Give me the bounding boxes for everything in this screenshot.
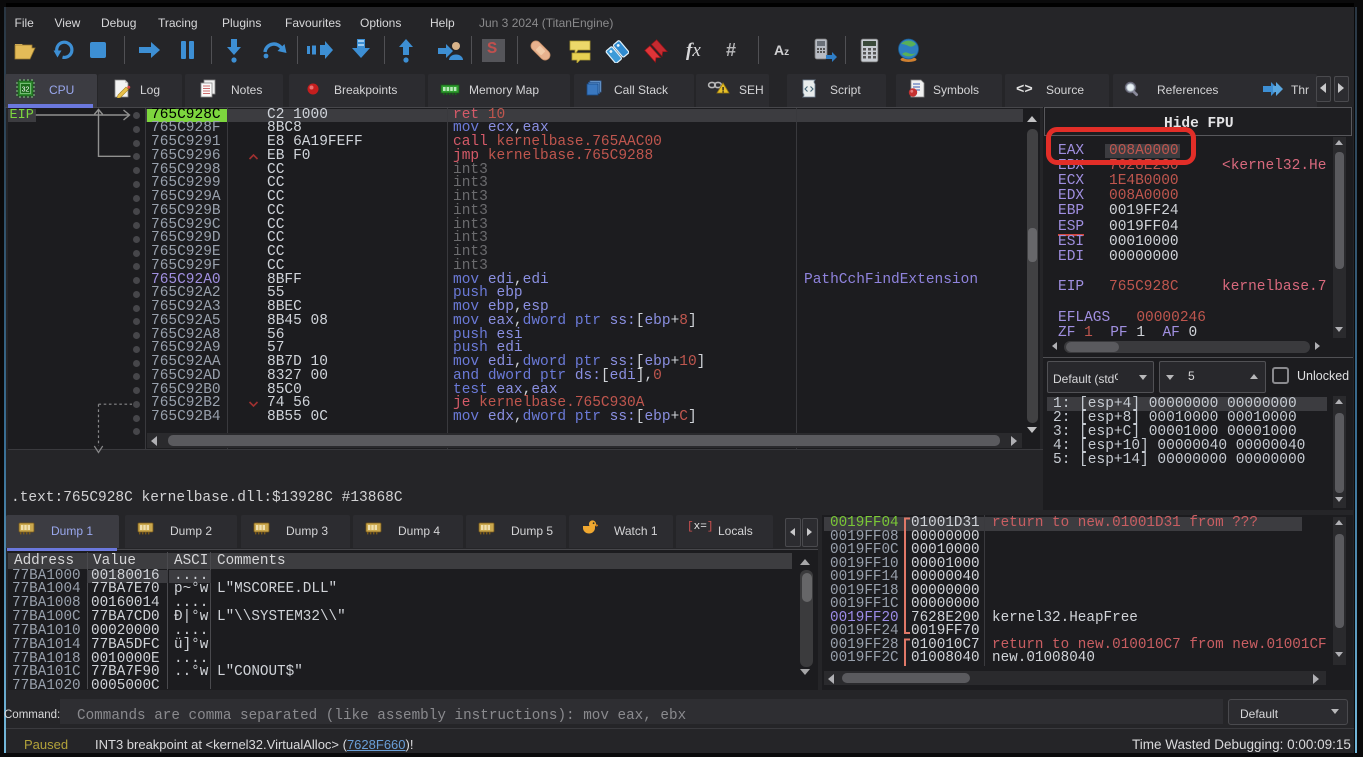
svg-text:32: 32 [22,87,30,94]
